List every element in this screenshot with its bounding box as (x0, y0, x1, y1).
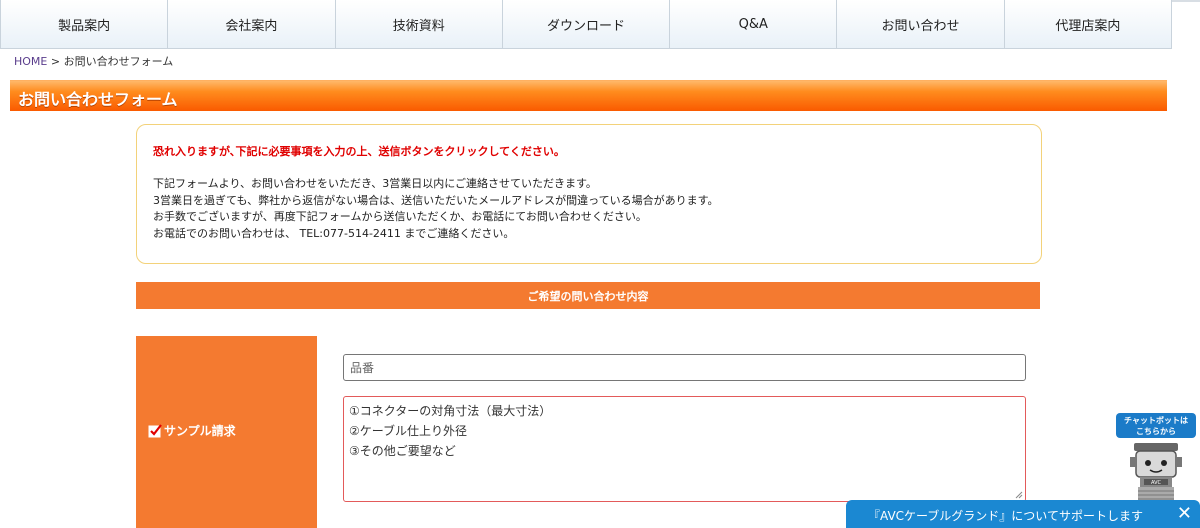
nav-item-products[interactable]: 製品案内 (0, 0, 169, 48)
nav-item-qa[interactable]: Q&A (670, 0, 838, 48)
part-number-input[interactable] (343, 354, 1026, 381)
robot-badge: AVC (1151, 480, 1162, 486)
nav-item-contact[interactable]: お問い合わせ (837, 0, 1005, 48)
notice-warning: 恐れ入りますが､下記に必要事項を入力の上、送信ボタンをクリックしてください。 (153, 145, 565, 158)
resize-grip-icon[interactable] (1015, 491, 1023, 499)
sample-request-textarea[interactable]: ①コネクターの対角寸法（最大寸法） ②ケーブル仕上り外径 ③その他ご要望など (343, 396, 1026, 502)
breadcrumb-home-link[interactable]: HOME (14, 55, 47, 68)
breadcrumb-separator: > (50, 55, 61, 68)
nav-item-agents[interactable]: 代理店案内 (1005, 0, 1172, 48)
top-nav: 製品案内 会社案内 技術資料 ダウンロード Q&A お問い合わせ 代理店案内 (0, 0, 1172, 49)
checkbox-checked-icon[interactable] (148, 423, 162, 438)
chatbot-launcher[interactable]: チャットボットは こちらから AVC (1114, 413, 1196, 503)
textarea-line: ②ケーブル仕上り外径 (349, 424, 468, 438)
notice-line: お手数でございますが、再度下記フォームから送信いただくか、お電話にてお問い合わせ… (153, 210, 647, 223)
breadcrumb: HOME > お問い合わせフォーム (14, 53, 173, 69)
nav-item-company[interactable]: 会社案内 (168, 0, 336, 48)
section-header-label: ご希望の問い合わせ内容 (527, 289, 649, 303)
nav-item-technical-docs[interactable]: 技術資料 (336, 0, 503, 48)
notice-box: 恐れ入りますが､下記に必要事項を入力の上、送信ボタンをクリックしてください。 下… (136, 124, 1042, 264)
notice-line: 下記フォームより、お問い合わせをいただき、3営業日以内にご連絡させていただきます… (153, 177, 597, 190)
sample-request-label-text: サンプル請求 (164, 424, 236, 438)
notice-lines: 下記フォームより、お問い合わせをいただき、3営業日以内にご連絡させていただきます… (153, 176, 718, 242)
close-icon[interactable]: ✕ (1177, 503, 1192, 524)
section-header: ご希望の問い合わせ内容 (136, 282, 1040, 309)
page-title: お問い合わせフォーム (18, 90, 178, 109)
notice-line: お電話でのお問い合わせは、 TEL:077-514-2411 までご連絡ください… (153, 226, 515, 240)
nav-item-download[interactable]: ダウンロード (503, 0, 671, 48)
nav-edge (1172, 0, 1200, 2)
sample-request-label-cell: サンプル請求 (136, 336, 317, 528)
notice-line: 3営業日を過ぎても、弊社から返信がない場合は、送信いただいたメールアドレスが間違… (153, 193, 719, 207)
support-chat-bar[interactable]: 『AVCケーブルグランド』についてサポートします ✕ (846, 500, 1200, 528)
textarea-line: ③その他ご要望など (349, 444, 456, 458)
textarea-line: ①コネクターの対角寸法（最大寸法） (349, 404, 552, 418)
robot-icon[interactable]: AVC (1114, 413, 1196, 503)
sample-request-label: サンプル請求 (148, 422, 236, 439)
breadcrumb-current: お問い合わせフォーム (63, 55, 174, 68)
support-bar-text[interactable]: 『AVCケーブルグランド』についてサポートします (868, 507, 1143, 524)
page-title-bar: お問い合わせフォーム (10, 80, 1167, 111)
